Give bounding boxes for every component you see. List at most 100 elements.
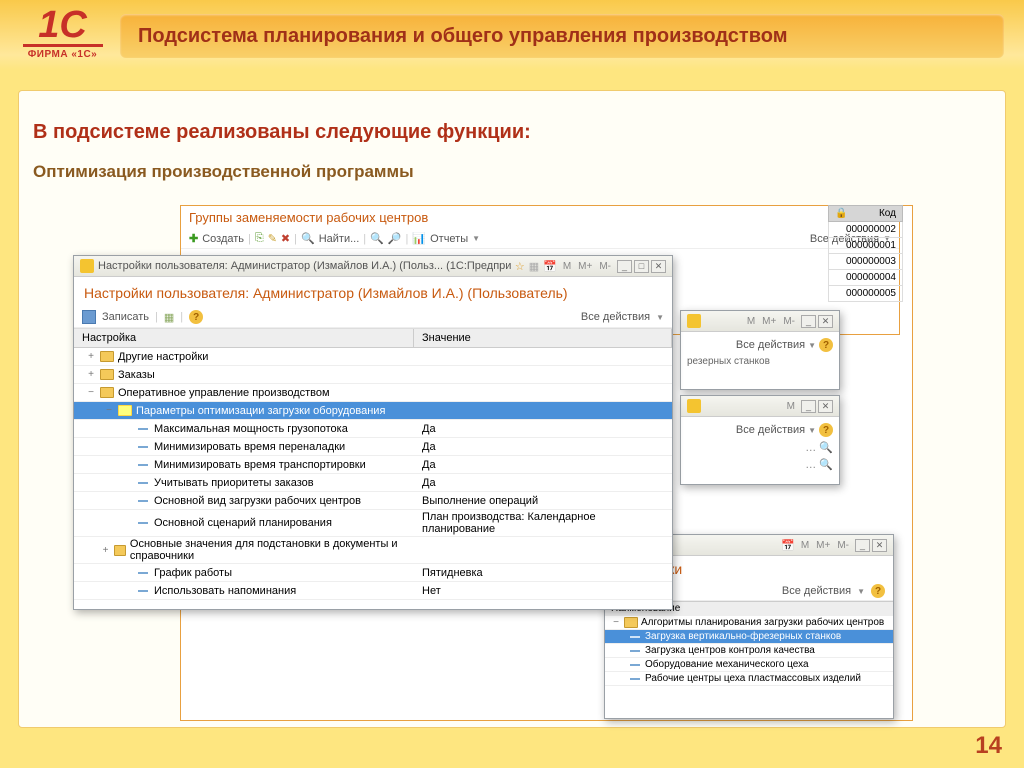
toolbar-icon[interactable]: ▦ <box>164 311 174 324</box>
code-row[interactable]: 000000001 <box>828 238 903 254</box>
settings-row[interactable]: График работыПятидневка <box>74 564 672 582</box>
close-button[interactable]: ✕ <box>651 260 666 273</box>
settings-window: Настройки пользователя: Администратор (И… <box>73 255 673 610</box>
setting-label: Основной сценарий планирования <box>154 517 332 529</box>
minimize-button[interactable]: _ <box>855 539 870 552</box>
app-icon <box>687 314 701 328</box>
algo-label: Загрузка центров контроля качества <box>645 645 815 656</box>
minimize-button[interactable]: _ <box>801 315 816 328</box>
setting-label: Основные значения для подстановки в доку… <box>130 538 414 562</box>
expand-icon[interactable]: + <box>101 545 109 556</box>
zoom-icon[interactable]: 🔍 <box>370 232 384 245</box>
setting-value: Да <box>414 458 672 472</box>
settings-row[interactable]: + Основные значения для подстановки в док… <box>74 537 672 564</box>
calendar-icon[interactable]: 📅 <box>543 260 557 273</box>
minimize-button[interactable]: _ <box>617 260 632 273</box>
code-row[interactable]: 000000005 <box>828 286 903 302</box>
reports-icon: 📊 <box>412 232 426 245</box>
close-button[interactable]: ✕ <box>818 315 833 328</box>
settings-row[interactable]: +Другие настройки <box>74 348 672 366</box>
dropdown-icon[interactable]: ▼ <box>472 234 480 243</box>
setting-value <box>414 392 672 394</box>
settings-row[interactable]: Использовать напоминанияНет <box>74 582 672 600</box>
expand-icon[interactable]: − <box>104 405 114 416</box>
find-button[interactable]: Найти... <box>319 233 360 245</box>
minimize-button[interactable]: _ <box>801 400 816 413</box>
col-setting: Настройка <box>74 329 414 348</box>
item-icon <box>138 482 148 484</box>
logo-mark: 1C <box>15 8 110 42</box>
lock-icon: 🔒 <box>835 208 847 219</box>
settings-row[interactable]: Основной сценарий планирования План произ… <box>74 510 672 537</box>
app-icon <box>80 259 94 273</box>
close-button[interactable]: ✕ <box>818 400 833 413</box>
algo-row[interactable]: Загрузка центров контроля качества <box>605 644 893 658</box>
algo-row[interactable]: −Алгоритмы планирования загрузки рабочих… <box>605 616 893 630</box>
close-button[interactable]: ✕ <box>872 539 887 552</box>
expand-icon[interactable]: + <box>86 369 96 380</box>
calendar-icon[interactable]: 📅 <box>781 539 795 552</box>
settings-row[interactable]: − Оперативное управление производством <box>74 384 672 402</box>
folder-icon <box>624 617 638 628</box>
item-icon <box>630 664 640 666</box>
setting-value <box>414 410 672 412</box>
zoom-icon[interactable]: 🔍 <box>819 441 833 454</box>
m-buttons[interactable]: MM+M- <box>745 316 797 327</box>
settings-row[interactable]: Максимальная мощность грузопотокаДа <box>74 420 672 438</box>
zoom-icon[interactable]: 🔍 <box>819 458 833 471</box>
settings-row[interactable]: Минимизировать время переналадкиДа <box>74 438 672 456</box>
write-button[interactable]: Записать <box>102 311 149 323</box>
slide-title: Подсистема планирования и общего управле… <box>120 14 1004 58</box>
help-icon[interactable]: ? <box>819 423 833 437</box>
search-icon[interactable]: … <box>805 442 816 454</box>
edit-icon[interactable]: ✎ <box>268 232 277 245</box>
settings-row[interactable]: Минимизировать время транспортировкиДа <box>74 456 672 474</box>
setting-label: Оперативное управление производством <box>118 387 330 399</box>
algo-row[interactable]: Оборудование механического цеха <box>605 658 893 672</box>
zoom-in-icon[interactable]: 🔎 <box>388 232 402 245</box>
settings-row[interactable]: Основной вид загрузки рабочих центровВып… <box>74 492 672 510</box>
folder-icon <box>100 387 114 398</box>
save-icon <box>82 310 96 324</box>
code-row[interactable]: 000000003 <box>828 254 903 270</box>
maximize-button[interactable]: □ <box>634 260 649 273</box>
delete-icon[interactable]: ✖ <box>281 232 290 245</box>
m-buttons[interactable]: M <box>785 401 797 412</box>
codes-column: 🔒 Код 000000002 000000001 000000003 0000… <box>828 205 903 302</box>
code-row[interactable]: 000000004 <box>828 270 903 286</box>
expand-icon[interactable]: − <box>611 617 621 628</box>
subsection-heading: Оптимизация производственной программы <box>33 162 991 182</box>
all-actions-button[interactable]: Все действия <box>782 585 851 597</box>
algo-row[interactable]: Рабочие центры цеха пластмассовых издели… <box>605 672 893 686</box>
setting-value: Пятидневка <box>414 566 672 580</box>
create-button[interactable]: Создать <box>202 233 244 245</box>
expand-icon[interactable]: − <box>86 387 96 398</box>
help-icon[interactable]: ? <box>819 338 833 352</box>
all-actions-button[interactable]: Все действия <box>736 424 805 436</box>
grid-icon[interactable]: ▦ <box>529 260 539 273</box>
setting-label: Параметры оптимизации загрузки оборудова… <box>136 405 385 417</box>
settings-row[interactable]: +Заказы <box>74 366 672 384</box>
help-icon[interactable]: ? <box>189 310 203 324</box>
copy-icon[interactable]: ⎘ <box>255 232 264 245</box>
mini-window-2: M _✕ Все действия▼ ? …🔍 …🔍 <box>680 395 840 485</box>
setting-value: План производства: Календарное планирова… <box>414 510 672 536</box>
item-icon <box>138 446 148 448</box>
algo-row[interactable]: Загрузка вертикально-фрезерных станков <box>605 630 893 644</box>
reports-button[interactable]: Отчеты <box>430 233 468 245</box>
item-icon <box>138 572 148 574</box>
search-icon[interactable]: … <box>805 459 816 471</box>
setting-label: Минимизировать время переналадки <box>154 441 345 453</box>
settings-row[interactable]: Учитывать приоритеты заказовДа <box>74 474 672 492</box>
settings-row[interactable]: − Параметры оптимизации загрузки оборудов… <box>74 402 672 420</box>
folder-icon <box>100 351 114 362</box>
code-row[interactable]: 000000002 <box>828 222 903 238</box>
star-icon[interactable]: ☆ <box>515 260 525 273</box>
mini-window-1: MM+M- _✕ Все действия▼ ? резерных станко… <box>680 310 840 390</box>
all-actions-button[interactable]: Все действия <box>581 311 650 323</box>
folder-icon <box>100 369 114 380</box>
expand-icon[interactable]: + <box>86 351 96 362</box>
all-actions-button[interactable]: Все действия <box>736 339 805 351</box>
app-icon <box>687 399 701 413</box>
help-icon[interactable]: ? <box>871 584 885 598</box>
